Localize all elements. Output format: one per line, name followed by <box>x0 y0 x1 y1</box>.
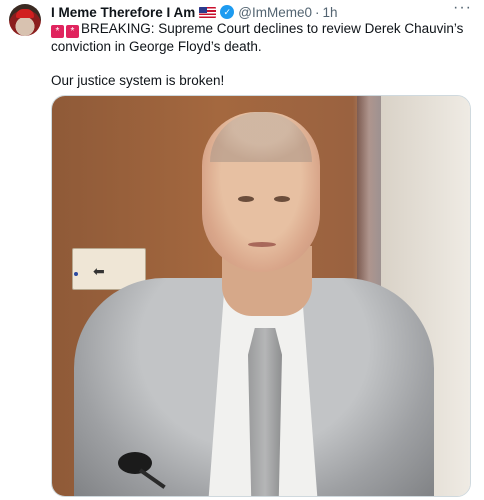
rotating-light-emoji-icon: * <box>66 25 79 38</box>
tweet-line-1: * * BREAKING: Supreme Court declines to re… <box>51 20 471 56</box>
rotating-light-emoji-icon: * <box>51 25 64 38</box>
tweet-card: I Meme Therefore I Am ✓ @ImMeme0 · 1h ··… <box>0 0 484 500</box>
photo-mouth <box>248 242 276 247</box>
tweet-media-photo[interactable]: ⬅ <box>51 95 471 497</box>
more-options-button[interactable]: ··· <box>453 0 472 17</box>
tweet-timestamp[interactable]: 1h <box>323 5 338 20</box>
author-display-name[interactable]: I Meme Therefore I Am <box>51 5 195 20</box>
photo-sign-dot <box>74 272 78 276</box>
tweet-text: * * BREAKING: Supreme Court declines to re… <box>51 20 471 90</box>
separator-dot: · <box>315 4 320 20</box>
author-avatar[interactable] <box>9 4 41 36</box>
tweet-line-1-text: BREAKING: Supreme Court declines to revi… <box>51 21 464 54</box>
us-flag-icon <box>199 6 217 18</box>
avatar-cap <box>16 9 34 18</box>
sign-arrow-icon: ⬅ <box>93 263 105 279</box>
photo-eye-right <box>274 196 290 202</box>
tweet-line-2: Our justice system is broken! <box>51 73 225 88</box>
verified-badge-icon: ✓ <box>220 5 235 19</box>
photo-eye-left <box>238 196 254 202</box>
tweet-header: I Meme Therefore I Am ✓ @ImMeme0 · 1h ··… <box>51 0 472 21</box>
author-handle[interactable]: @ImMeme0 <box>238 5 312 20</box>
photo-tie <box>248 328 282 496</box>
photo-microphone <box>118 452 152 474</box>
